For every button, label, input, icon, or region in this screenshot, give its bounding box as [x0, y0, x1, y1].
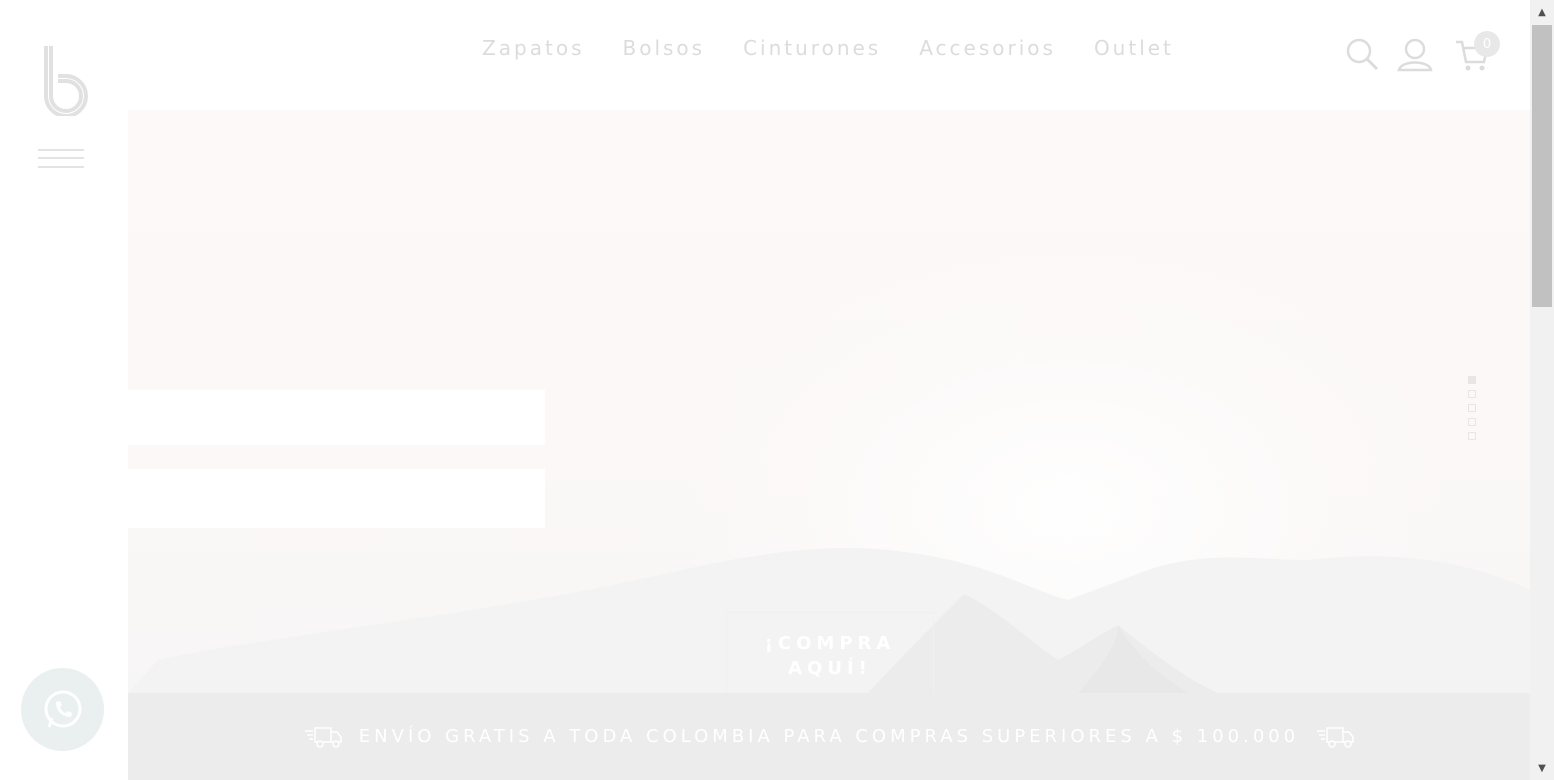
cta-line-1: ¡COMPRA [764, 633, 896, 654]
cta-line-2: AQUÍ! [788, 658, 872, 679]
nav-item-cinturones[interactable]: Cinturones [743, 36, 881, 60]
hamburger-line [38, 166, 84, 168]
scroll-thumb[interactable] [1532, 25, 1552, 307]
hero-banner: ¡COMPRA AQUÍ! [128, 110, 1530, 693]
search-button[interactable] [1344, 36, 1382, 74]
slider-pagination [1468, 376, 1480, 446]
whatsapp-icon [44, 690, 81, 727]
scroll-down-arrow-icon[interactable]: ▼ [1530, 758, 1554, 778]
slide-dot-4[interactable] [1468, 418, 1476, 426]
free-shipping-banner: ENVÍO GRATIS A TODA COLOMBIA PARA COMPRA… [128, 693, 1530, 780]
nav-item-bolsos[interactable]: Bolsos [622, 36, 705, 60]
slide-dot-3[interactable] [1468, 404, 1476, 412]
scroll-up-arrow-icon[interactable]: ▲ [1530, 2, 1554, 22]
site-header: Zapatos Bolsos Cinturones Accesorios Out… [128, 0, 1530, 110]
search-icon [1346, 38, 1379, 71]
hero-text-block-2 [128, 469, 545, 528]
slide-dot-5[interactable] [1468, 432, 1476, 440]
shipping-banner-text: ENVÍO GRATIS A TODA COLOMBIA PARA COMPRA… [358, 726, 1300, 747]
hero-text-block-1 [128, 390, 545, 445]
user-icon [1397, 38, 1433, 72]
slide-dot-1[interactable] [1468, 376, 1476, 384]
account-button[interactable] [1396, 36, 1434, 74]
page-scrollbar[interactable]: ▲ ▼ [1530, 0, 1554, 780]
brand-logo[interactable] [38, 44, 88, 118]
nav-item-accesorios[interactable]: Accesorios [919, 36, 1056, 60]
shop-now-button[interactable]: ¡COMPRA AQUÍ! [726, 612, 934, 693]
nav-item-outlet[interactable]: Outlet [1094, 36, 1174, 60]
hamburger-menu-button[interactable] [38, 149, 84, 173]
left-rail [0, 0, 128, 780]
delivery-truck-icon [304, 726, 342, 748]
hamburger-line [38, 157, 84, 159]
delivery-truck-icon [1317, 726, 1354, 748]
cart-count-badge: 0 [1474, 31, 1500, 57]
b-logo-icon [44, 46, 88, 118]
slide-dot-2[interactable] [1468, 390, 1476, 398]
hamburger-line [38, 149, 84, 151]
whatsapp-button[interactable] [21, 668, 104, 751]
main-nav: Zapatos Bolsos Cinturones Accesorios Out… [128, 36, 1528, 60]
nav-item-zapatos[interactable]: Zapatos [482, 36, 584, 60]
